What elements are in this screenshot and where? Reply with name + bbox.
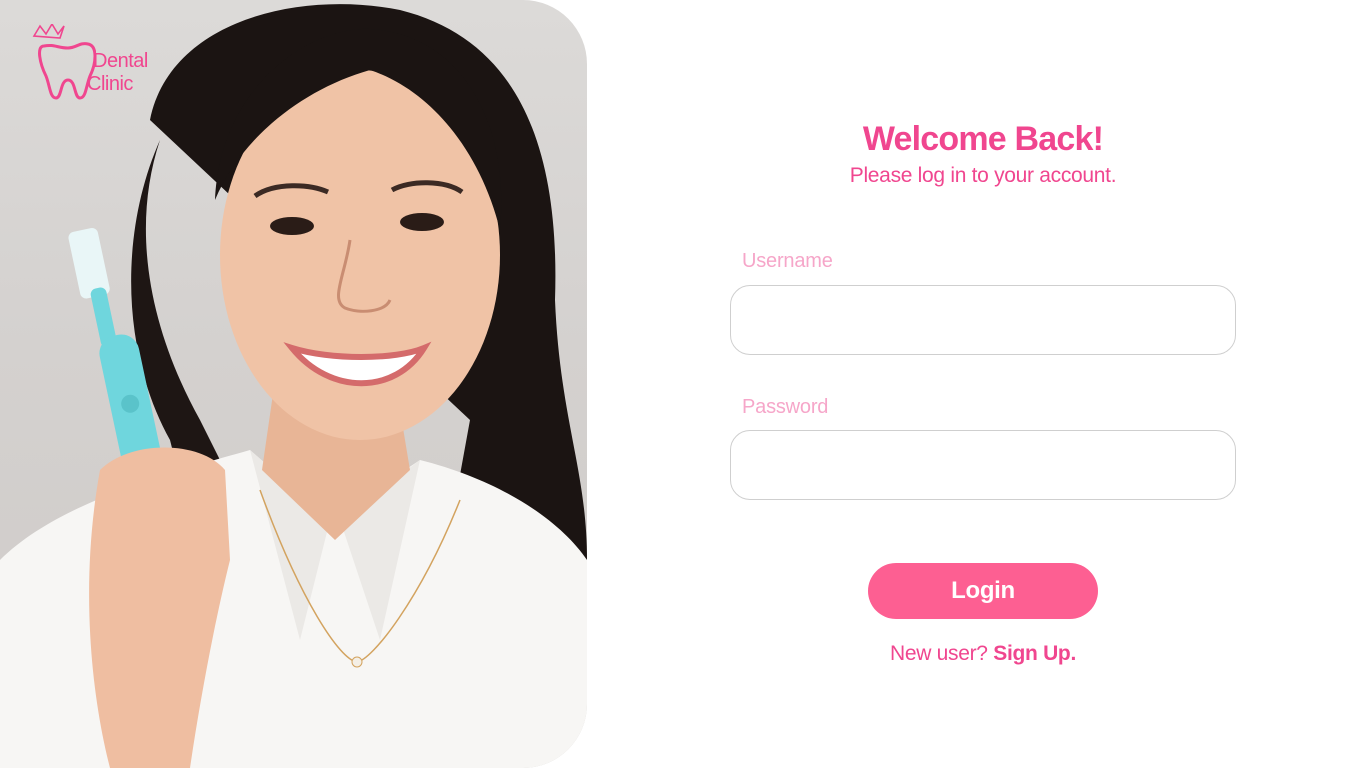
welcome-title: Welcome Back! xyxy=(862,120,1104,158)
password-label: Password xyxy=(742,396,829,418)
woman-with-toothbrush-illustration xyxy=(0,4,587,768)
dental-clinic-logo: Dental Clinic xyxy=(32,24,172,104)
password-input[interactable] xyxy=(730,430,1236,500)
hero-photo: Dental Clinic xyxy=(0,0,587,768)
welcome-subtitle: Please log in to your account. xyxy=(849,164,1117,187)
sign-up-link[interactable]: Sign Up. xyxy=(993,642,1076,665)
signup-prompt: New user? Sign Up. xyxy=(587,642,1366,666)
username-input[interactable] xyxy=(730,285,1236,355)
login-form: Welcome Back! Please log in to your acco… xyxy=(587,0,1366,768)
new-user-text: New user? xyxy=(890,642,988,665)
brand-line-2: Clinic xyxy=(87,73,133,95)
login-button[interactable]: Login xyxy=(868,563,1098,619)
brand-line-1: Dental xyxy=(93,50,148,72)
username-label: Username xyxy=(742,250,833,272)
